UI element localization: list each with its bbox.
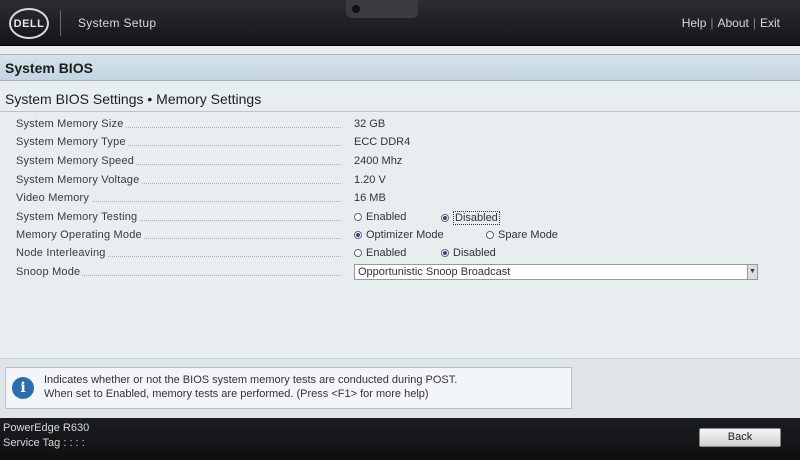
dell-logo: DELL bbox=[9, 8, 49, 39]
setting-label: Video Memory bbox=[16, 192, 92, 204]
system-model: PowerEdge R630 bbox=[3, 422, 90, 434]
setting-memory-type: System Memory Type ECC DDR4 bbox=[16, 135, 776, 152]
node-interleaving-disabled-radio[interactable]: Disabled bbox=[441, 247, 496, 259]
radio-circle-icon bbox=[486, 231, 494, 239]
link-separator: | bbox=[752, 16, 756, 30]
header-links: Help | About | Exit bbox=[682, 16, 780, 30]
radio-selected-icon bbox=[441, 214, 449, 222]
setting-value: 16 MB bbox=[354, 192, 386, 204]
setting-memory-size: System Memory Size 32 GB bbox=[16, 117, 776, 134]
bottom-bar: PowerEdge R630 Service Tag : : : : Back bbox=[0, 418, 800, 460]
setting-node-interleaving: Node Interleaving Enabled Disabled bbox=[16, 246, 776, 263]
exit-link[interactable]: Exit bbox=[760, 16, 780, 30]
app-title: System Setup bbox=[78, 16, 157, 30]
radio-label: Disabled bbox=[453, 211, 500, 225]
info-icon: i bbox=[12, 377, 34, 399]
page-title: System BIOS Settings • Memory Settings bbox=[5, 91, 262, 107]
setting-memory-speed: System Memory Speed 2400 Mhz bbox=[16, 154, 776, 171]
top-bar: DELL System Setup Help | About | Exit bbox=[0, 0, 800, 46]
radio-label: Spare Mode bbox=[498, 229, 558, 241]
section-title: System BIOS bbox=[5, 60, 93, 76]
setting-memory-voltage: System Memory Voltage 1.20 V bbox=[16, 173, 776, 190]
radio-selected-icon bbox=[354, 231, 362, 239]
setting-label: Node Interleaving bbox=[16, 247, 108, 259]
radio-circle-icon bbox=[354, 249, 362, 257]
radio-label: Enabled bbox=[366, 211, 407, 223]
select-value: Opportunistic Snoop Broadcast bbox=[358, 266, 511, 278]
setting-label: Memory Operating Mode bbox=[16, 229, 144, 241]
help-text: Indicates whether or not the BIOS system… bbox=[44, 373, 457, 401]
help-link[interactable]: Help bbox=[682, 16, 707, 30]
main-content: System BIOS System BIOS Settings • Memor… bbox=[0, 46, 800, 418]
setting-label: System Memory Size bbox=[16, 118, 126, 130]
service-tag: Service Tag : : : : bbox=[3, 437, 85, 449]
setting-value: ECC DDR4 bbox=[354, 136, 411, 148]
snoop-mode-select[interactable]: Opportunistic Snoop Broadcast ▼ bbox=[354, 264, 758, 280]
radio-label: Optimizer Mode bbox=[366, 229, 444, 241]
help-area: i Indicates whether or not the BIOS syst… bbox=[0, 358, 800, 418]
divider bbox=[0, 111, 800, 112]
setting-memory-testing: System Memory Testing Enabled Disabled bbox=[16, 210, 776, 227]
memory-testing-disabled-radio[interactable]: Disabled bbox=[441, 211, 500, 225]
about-link[interactable]: About bbox=[718, 16, 749, 30]
setting-video-memory: Video Memory 16 MB bbox=[16, 191, 776, 208]
radio-label: Disabled bbox=[453, 247, 496, 259]
setting-label: System Memory Type bbox=[16, 136, 128, 148]
setting-label: System Memory Speed bbox=[16, 155, 137, 167]
spare-mode-radio[interactable]: Spare Mode bbox=[486, 229, 558, 241]
setting-value: 32 GB bbox=[354, 118, 386, 130]
memory-testing-enabled-radio[interactable]: Enabled bbox=[354, 211, 406, 223]
help-line: Indicates whether or not the BIOS system… bbox=[44, 374, 458, 386]
help-line: When set to Enabled, memory tests are pe… bbox=[44, 388, 429, 400]
logo-text: DELL bbox=[13, 17, 45, 30]
setting-value: 2400 Mhz bbox=[354, 155, 403, 167]
chevron-down-icon[interactable]: ▼ bbox=[747, 265, 757, 279]
setting-label: Snoop Mode bbox=[16, 266, 83, 278]
radio-circle-icon bbox=[354, 213, 362, 221]
divider bbox=[60, 10, 61, 36]
setting-snoop-mode: Snoop Mode Opportunistic Snoop Broadcast… bbox=[16, 264, 776, 282]
radio-selected-icon bbox=[441, 249, 449, 257]
setting-label: System Memory Voltage bbox=[16, 174, 142, 186]
optimizer-mode-radio[interactable]: Optimizer Mode bbox=[354, 229, 444, 241]
node-interleaving-enabled-radio[interactable]: Enabled bbox=[354, 247, 406, 259]
camera-notch bbox=[346, 0, 418, 18]
setting-operating-mode: Memory Operating Mode Optimizer Mode Spa… bbox=[16, 228, 776, 245]
section-header: System BIOS bbox=[0, 54, 800, 81]
help-box: i Indicates whether or not the BIOS syst… bbox=[5, 367, 572, 409]
back-button[interactable]: Back bbox=[699, 428, 781, 447]
setting-label: System Memory Testing bbox=[16, 211, 140, 223]
link-separator: | bbox=[710, 16, 714, 30]
setting-value: 1.20 V bbox=[354, 174, 386, 186]
radio-label: Enabled bbox=[366, 247, 407, 259]
